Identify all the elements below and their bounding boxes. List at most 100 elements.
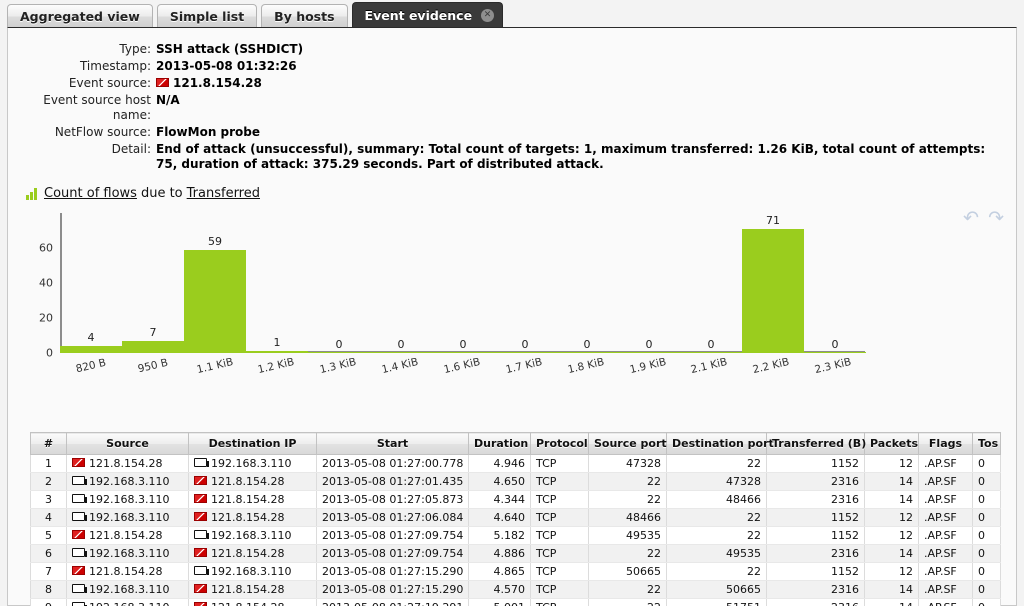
chart-bar-cell[interactable]: 1 bbox=[246, 213, 308, 353]
chart-bar-cell[interactable]: 7 bbox=[122, 213, 184, 353]
flow-table-container[interactable]: # Source Destination IP Start Duration Protoc… bbox=[30, 432, 1001, 606]
chart-bar-cell[interactable]: 4 bbox=[60, 213, 122, 353]
cell-start: 2013-05-08 01:27:09.754 bbox=[316, 544, 469, 563]
ip-address-text: 121.8.154.28 bbox=[211, 601, 284, 606]
chart-x-tick-cell: 1.2 KiB bbox=[246, 356, 308, 390]
chart-bar[interactable] bbox=[804, 352, 866, 353]
ip-address-cell: 121.8.154.28 bbox=[194, 511, 311, 524]
cell-num: 8 bbox=[30, 580, 67, 599]
cell-destination_port: 50665 bbox=[666, 580, 767, 599]
column-header-transferred[interactable]: Transferred (B) bbox=[766, 432, 866, 455]
cell-duration: 4.886 bbox=[468, 544, 531, 563]
table-row[interactable]: 8 192.168.3.110 121.8.154.28 2013-05-08 01:… bbox=[30, 580, 1001, 599]
table-row[interactable]: 4 192.168.3.110 121.8.154.28 2013-05-08 01:… bbox=[30, 508, 1001, 527]
monitor-icon bbox=[72, 512, 87, 521]
flag-icon bbox=[194, 512, 207, 521]
chart-bar[interactable] bbox=[308, 352, 370, 353]
column-header-destination_port[interactable]: Destination port bbox=[666, 432, 774, 455]
chart-bar-cell[interactable]: 0 bbox=[370, 213, 432, 353]
table-row[interactable]: 9 192.168.3.110 121.8.154.28 2013-05-08 01:… bbox=[30, 598, 1001, 606]
column-header-source[interactable]: Source bbox=[66, 432, 189, 455]
chart-bar[interactable] bbox=[432, 352, 494, 353]
chart-bar-cell[interactable]: 0 bbox=[556, 213, 618, 353]
ip-address-text: 121.8.154.28 bbox=[211, 547, 285, 560]
chart-bar[interactable] bbox=[60, 346, 122, 353]
chart-x-tick-cell: 1.6 KiB bbox=[431, 356, 493, 390]
cell-num: 9 bbox=[30, 598, 67, 606]
column-header-source_port[interactable]: Source port bbox=[588, 432, 667, 455]
cell-destination: 121.8.154.28 bbox=[188, 544, 317, 563]
chart-bar[interactable] bbox=[246, 351, 308, 353]
chart-bar-cell[interactable]: 0 bbox=[618, 213, 680, 353]
column-header-flags[interactable]: Flags bbox=[918, 432, 973, 455]
redo-icon[interactable]: ↷ bbox=[988, 209, 1004, 228]
chart-bar-value-label: 0 bbox=[707, 338, 715, 351]
ip-address-cell: 121.8.154.28 bbox=[194, 493, 311, 506]
chart-bar-value-label: 0 bbox=[335, 338, 343, 351]
cell-duration: 5.182 bbox=[468, 526, 531, 545]
chart-bar-value-label: 0 bbox=[397, 338, 405, 351]
tab-aggregated-view[interactable]: Aggregated view bbox=[7, 4, 153, 28]
tab-event-evidence[interactable]: Event evidence ✕ bbox=[351, 2, 504, 28]
chart-bar-cell[interactable]: 0 bbox=[680, 213, 742, 353]
chart-metric-link[interactable]: Count of flows bbox=[44, 186, 137, 201]
chart-bar[interactable] bbox=[184, 249, 246, 353]
cell-destination: 192.168.3.110 bbox=[188, 454, 317, 473]
cell-duration: 4.570 bbox=[468, 580, 531, 599]
chart-bar[interactable] bbox=[742, 228, 804, 353]
undo-icon[interactable]: ↶ bbox=[963, 209, 979, 228]
chart-bar-cell[interactable]: 71 bbox=[742, 213, 804, 353]
cell-packets: 12 bbox=[864, 526, 919, 545]
cell-source_port: 22 bbox=[588, 598, 667, 606]
chart-bar-cell[interactable]: 0 bbox=[494, 213, 556, 353]
table-row[interactable]: 3 192.168.3.110 121.8.154.28 2013-05-08 01:… bbox=[30, 490, 1001, 509]
chart-x-tick-label: 2.3 KiB bbox=[813, 355, 853, 377]
chart-bar-cell[interactable]: 0 bbox=[804, 213, 866, 353]
column-header-num[interactable]: # bbox=[30, 432, 67, 455]
column-header-packets[interactable]: Packets bbox=[864, 432, 919, 455]
tab-by-hosts[interactable]: By hosts bbox=[261, 4, 348, 28]
chart-bar-cell[interactable]: 59 bbox=[184, 213, 246, 353]
chart-bar[interactable] bbox=[680, 352, 742, 353]
chart-bar-value-label: 0 bbox=[831, 338, 839, 351]
table-row[interactable]: 1 121.8.154.28 192.168.3.110 2013-05-08 01:… bbox=[30, 454, 1001, 473]
chart-x-tick-cell: 1.1 KiB bbox=[184, 356, 246, 390]
chart-bar-value-label: 1 bbox=[273, 336, 281, 350]
chart-x-tick-cell: 2.2 KiB bbox=[740, 356, 802, 390]
column-header-tos[interactable]: Tos bbox=[972, 432, 1001, 455]
chart-bar[interactable] bbox=[122, 340, 184, 353]
chart-bar[interactable] bbox=[618, 352, 680, 353]
cell-transferred: 1152 bbox=[766, 454, 865, 473]
column-header-destination[interactable]: Destination IP bbox=[188, 432, 317, 455]
cell-flags: .AP.SF bbox=[918, 526, 973, 545]
chart-bar[interactable] bbox=[494, 352, 556, 353]
chart-x-tick-label: 1.2 KiB bbox=[257, 355, 296, 377]
column-header-duration[interactable]: Duration bbox=[468, 432, 531, 455]
cell-duration: 4.650 bbox=[468, 472, 531, 491]
chart-bar-cell[interactable]: 0 bbox=[432, 213, 494, 353]
chart-bar-cell[interactable]: 0 bbox=[308, 213, 370, 353]
ip-address-cell: 121.8.154.28 bbox=[72, 565, 183, 578]
tab-label: By hosts bbox=[274, 9, 335, 24]
cell-tos: 0 bbox=[972, 454, 1001, 473]
cell-flags: .AP.SF bbox=[918, 490, 973, 509]
chart-bar[interactable] bbox=[370, 352, 432, 353]
tab-simple-list[interactable]: Simple list bbox=[156, 4, 258, 28]
table-row[interactable]: 7 121.8.154.28 192.168.3.110 2013-05-08 01:… bbox=[30, 562, 1001, 581]
column-header-start[interactable]: Start bbox=[316, 432, 469, 455]
chart-header: Count of flows due to Transferred bbox=[8, 174, 1016, 201]
table-row[interactable]: 2 192.168.3.110 121.8.154.28 2013-05-08 01:… bbox=[30, 472, 1001, 491]
chart-y-tick-label: 0 bbox=[46, 346, 53, 360]
table-row[interactable]: 5 121.8.154.28 192.168.3.110 2013-05-08 01:… bbox=[30, 526, 1001, 545]
close-icon[interactable]: ✕ bbox=[481, 9, 495, 22]
event-evidence-page: Aggregated view Simple list By hosts Event … bbox=[0, 0, 1024, 606]
cell-destination: 192.168.3.110 bbox=[188, 526, 317, 545]
ip-address-text: 121.8.154.28 bbox=[89, 457, 163, 470]
column-header-protocol[interactable]: Protocol bbox=[530, 432, 589, 455]
chart-bar[interactable] bbox=[556, 352, 618, 353]
cell-protocol: TCP bbox=[530, 508, 589, 527]
cell-duration: 4.946 bbox=[468, 454, 531, 473]
table-row[interactable]: 6 192.168.3.110 121.8.154.28 2013-05-08 01:… bbox=[30, 544, 1001, 563]
cell-tos: 0 bbox=[972, 598, 1001, 606]
chart-dimension-link[interactable]: Transferred bbox=[187, 186, 260, 201]
